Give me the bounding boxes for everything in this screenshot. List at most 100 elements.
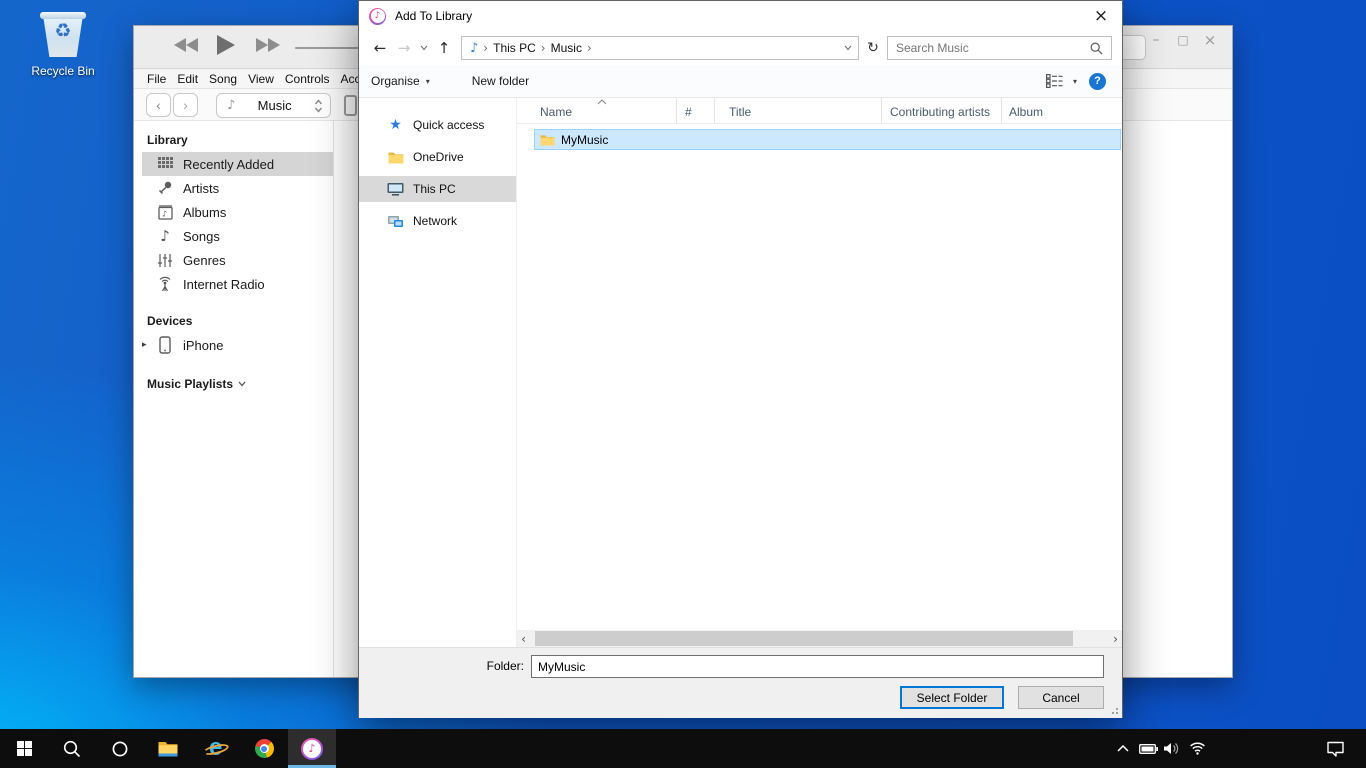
breadcrumb-music[interactable]: Music bbox=[551, 41, 582, 55]
menu-file[interactable]: File bbox=[147, 72, 166, 86]
cancel-button[interactable]: Cancel bbox=[1018, 686, 1104, 709]
nav-label: This PC bbox=[413, 182, 456, 196]
menu-controls[interactable]: Controls bbox=[285, 72, 330, 86]
nav-item-network[interactable]: Network bbox=[359, 208, 516, 234]
scroll-left-arrow[interactable]: ‹ bbox=[517, 632, 530, 646]
refresh-button[interactable]: ↻ bbox=[861, 40, 885, 56]
iphone-device-button[interactable] bbox=[344, 95, 357, 116]
sidebar-item-internet-radio[interactable]: Internet Radio bbox=[134, 272, 333, 296]
chrome-icon bbox=[255, 739, 274, 758]
music-playlists-header[interactable]: Music Playlists bbox=[134, 357, 333, 396]
address-box[interactable]: ♪ › This PC › Music › bbox=[461, 36, 859, 60]
itunes-sidebar: Library Recently Added Artists ♪ bbox=[134, 121, 334, 678]
recent-locations-chevron[interactable] bbox=[417, 45, 431, 51]
grid-icon bbox=[156, 157, 174, 172]
volume-slider[interactable] bbox=[295, 47, 361, 49]
organise-button[interactable]: Organise ▾ bbox=[371, 74, 430, 88]
internet-explorer-icon: e bbox=[203, 736, 229, 762]
itunes-close-button[interactable]: × bbox=[1200, 29, 1220, 51]
itunes-back-button[interactable]: ‹ bbox=[146, 93, 171, 117]
forward-button[interactable]: → bbox=[393, 39, 415, 57]
sidebar-item-iphone[interactable]: ▸ iPhone bbox=[134, 333, 333, 357]
sidebar-item-genres[interactable]: Genres bbox=[134, 248, 333, 272]
tray-show-hidden-icons-chevron[interactable] bbox=[1112, 729, 1134, 768]
scrollbar-track[interactable] bbox=[530, 630, 1109, 647]
view-mode-icon[interactable] bbox=[1046, 74, 1063, 88]
menu-edit[interactable]: Edit bbox=[177, 72, 198, 86]
nav-item-onedrive[interactable]: OneDrive bbox=[359, 144, 516, 170]
internet-explorer-button[interactable]: e bbox=[192, 729, 240, 768]
file-list[interactable]: MyMusic bbox=[517, 124, 1122, 630]
search-box[interactable] bbox=[887, 36, 1112, 60]
quick-access-star-icon: ★ bbox=[387, 117, 404, 133]
up-button[interactable]: ↑ bbox=[433, 39, 455, 57]
crumb-separator-icon: › bbox=[483, 41, 488, 55]
rewind-button[interactable] bbox=[174, 37, 200, 53]
horizontal-scrollbar[interactable]: ‹ › bbox=[517, 630, 1122, 647]
view-mode-caret-icon[interactable]: ▾ bbox=[1073, 77, 1077, 86]
file-row-mymusic[interactable]: MyMusic bbox=[534, 129, 1121, 150]
column-header-album[interactable]: Album bbox=[1002, 98, 1122, 123]
play-button[interactable] bbox=[216, 34, 236, 56]
wifi-icon[interactable] bbox=[1186, 729, 1208, 768]
file-explorer-button[interactable] bbox=[144, 729, 192, 768]
sort-ascending-icon bbox=[597, 99, 607, 105]
sidebar-item-recently-added[interactable]: Recently Added bbox=[142, 152, 333, 176]
dialog-close-button[interactable]: × bbox=[1088, 3, 1114, 29]
address-dropdown-chevron[interactable] bbox=[844, 45, 852, 51]
itunes-maximize-button[interactable]: □ bbox=[1173, 29, 1193, 51]
folder-name-input[interactable] bbox=[531, 655, 1104, 678]
nav-label: Quick access bbox=[413, 118, 484, 132]
volume-icon[interactable] bbox=[1160, 729, 1184, 768]
sidebar-item-songs[interactable]: ♪ Songs bbox=[134, 224, 333, 248]
taskbar-search-button[interactable] bbox=[48, 729, 96, 768]
crumb-separator-icon: › bbox=[587, 41, 592, 55]
caret-down-icon: ▾ bbox=[426, 77, 430, 86]
nav-item-quick-access[interactable]: ★ Quick access bbox=[359, 112, 516, 138]
menu-view[interactable]: View bbox=[248, 72, 274, 86]
address-bar-row: ← → ↑ ♪ › This PC › Music › ↻ bbox=[359, 31, 1122, 65]
start-button[interactable] bbox=[0, 729, 48, 768]
resize-grip[interactable] bbox=[1109, 705, 1119, 715]
sidebar-item-artists[interactable]: Artists bbox=[134, 176, 333, 200]
chevron-down-icon bbox=[238, 381, 246, 387]
library-header: Library bbox=[134, 125, 333, 152]
itunes-taskbar-button[interactable]: ♪ bbox=[288, 729, 336, 768]
itunes-minimize-button[interactable]: – bbox=[1146, 29, 1166, 51]
nav-item-this-pc[interactable]: This PC bbox=[359, 176, 516, 202]
sidebar-item-albums[interactable]: ♪ Albums bbox=[134, 200, 333, 224]
genres-icon bbox=[156, 253, 174, 268]
folder-icon bbox=[540, 134, 555, 146]
chrome-button[interactable] bbox=[240, 729, 288, 768]
network-icon bbox=[387, 214, 404, 228]
fast-forward-button[interactable] bbox=[256, 37, 282, 53]
action-center-icon[interactable] bbox=[1318, 729, 1352, 768]
file-name: MyMusic bbox=[561, 133, 608, 147]
dialog-toolbar: Organise ▾ New folder ▾ ? bbox=[359, 65, 1122, 98]
breadcrumb-this-pc[interactable]: This PC bbox=[493, 41, 536, 55]
cortana-button[interactable] bbox=[96, 729, 144, 768]
dialog-nav-pane: ★ Quick access OneDrive This PC bbox=[359, 98, 516, 647]
cortana-circle-icon bbox=[112, 741, 128, 757]
help-button[interactable]: ? bbox=[1089, 73, 1106, 90]
column-header-contributing-artists[interactable]: Contributing artists bbox=[882, 98, 1002, 123]
media-kind-dropdown[interactable]: ♪ Music bbox=[216, 93, 331, 118]
nav-label: OneDrive bbox=[413, 150, 464, 164]
music-playlists-label: Music Playlists bbox=[147, 377, 233, 391]
column-header-number[interactable]: # bbox=[677, 98, 715, 123]
add-to-library-dialog: ♪ Add To Library × ← → ↑ ♪ › This PC › M… bbox=[358, 0, 1123, 718]
menu-song[interactable]: Song bbox=[209, 72, 237, 86]
search-input[interactable] bbox=[896, 41, 1090, 55]
itunes-forward-button[interactable]: › bbox=[173, 93, 198, 117]
sidebar-label: Songs bbox=[183, 229, 220, 244]
expander-icon[interactable]: ▸ bbox=[142, 340, 147, 350]
scrollbar-thumb[interactable] bbox=[535, 631, 1073, 646]
recycle-bin-shortcut[interactable]: ♻ Recycle Bin bbox=[18, 10, 108, 78]
scroll-right-arrow[interactable]: › bbox=[1109, 632, 1122, 646]
column-header-title[interactable]: Title bbox=[715, 98, 882, 123]
back-button[interactable]: ← bbox=[369, 39, 391, 57]
new-folder-button[interactable]: New folder bbox=[472, 74, 529, 88]
select-folder-button[interactable]: Select Folder bbox=[900, 686, 1004, 709]
battery-icon[interactable] bbox=[1136, 729, 1160, 768]
dialog-titlebar[interactable]: ♪ Add To Library × bbox=[359, 1, 1122, 31]
